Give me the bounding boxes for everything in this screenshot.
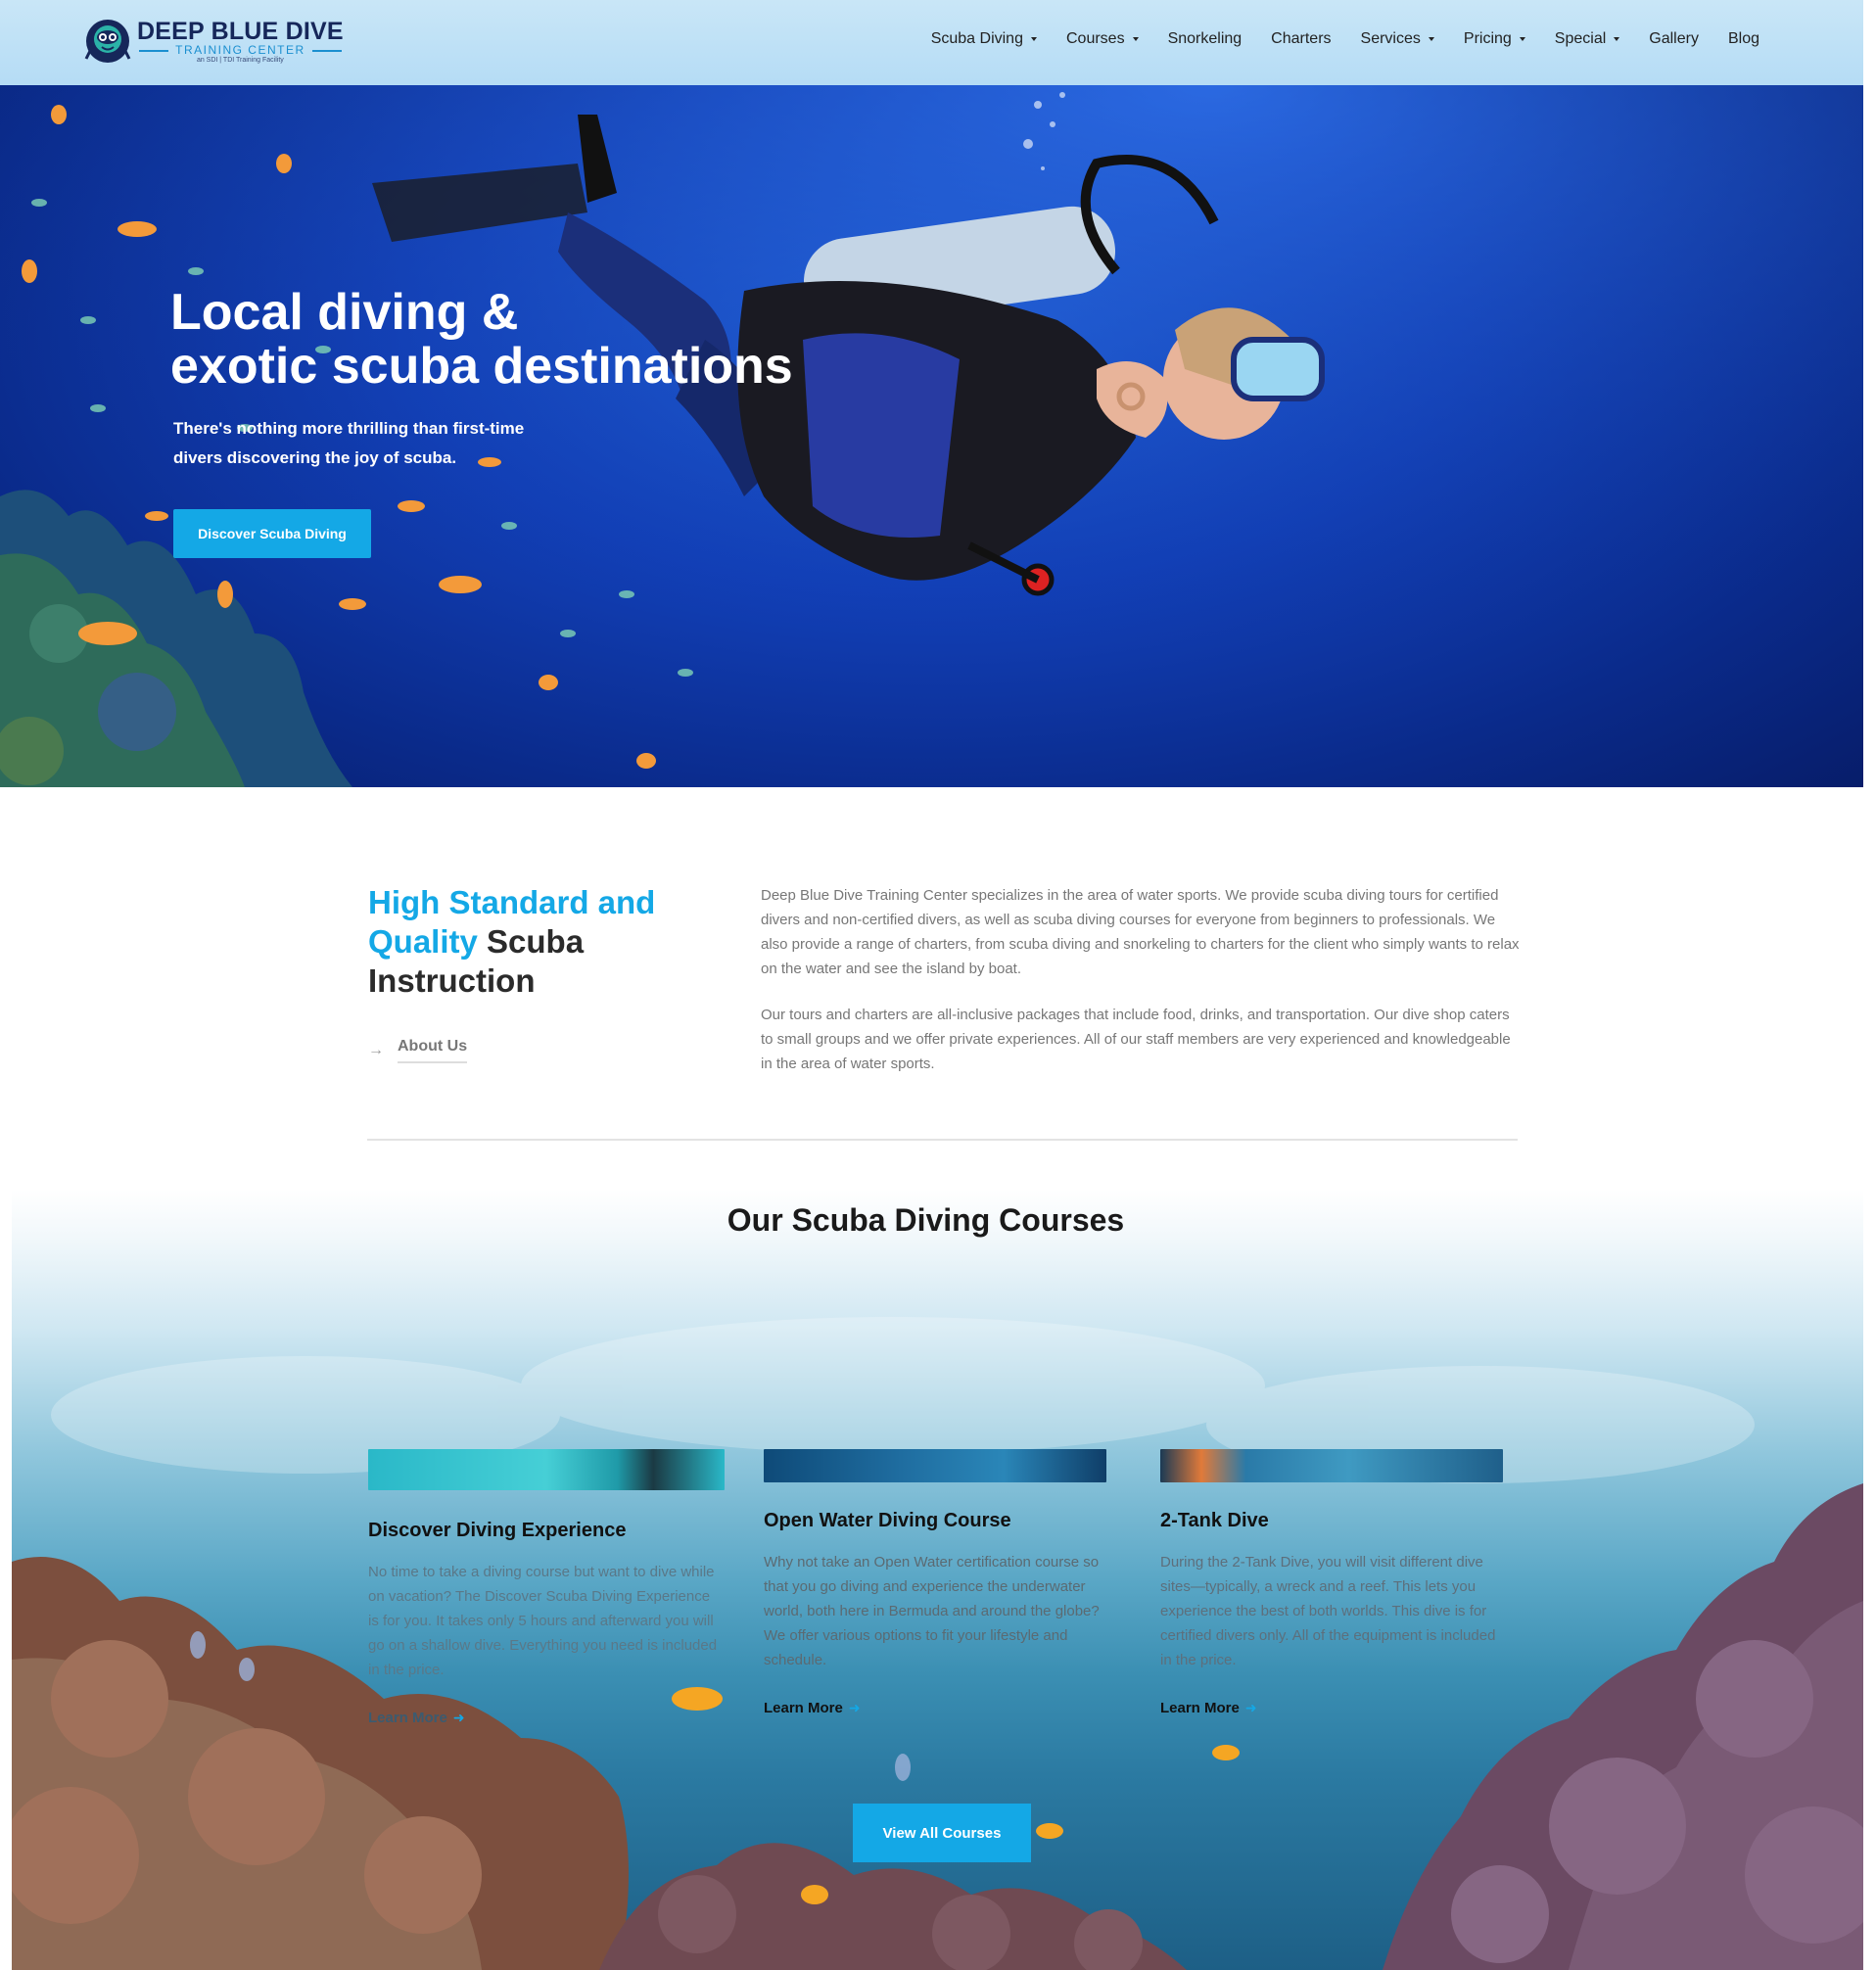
nav-label: Pricing: [1463, 30, 1512, 47]
course-title[interactable]: 2-Tank Dive: [1160, 1510, 1503, 1532]
learn-more-label: Learn More: [368, 1710, 447, 1726]
nav-item-snorkeling[interactable]: Snorkeling: [1168, 30, 1243, 48]
nav-label: Scuba Diving: [930, 30, 1023, 47]
nav-item-gallery[interactable]: Gallery: [1649, 30, 1699, 48]
nav-label: Snorkeling: [1167, 30, 1243, 47]
course-card: Open Water Diving Course Why not take an…: [764, 1449, 1106, 1716]
learn-more-label: Learn More: [1160, 1700, 1240, 1716]
arrow-right-icon: ➜: [1244, 1700, 1257, 1715]
about-paragraph: Deep Blue Dive Training Center specializ…: [761, 887, 1520, 977]
main-nav: Scuba Diving Courses Snorkeling Charters…: [902, 30, 1759, 48]
logo-subtitle: TRAINING CENTER: [137, 44, 344, 56]
hero-title: Local diving & exotic scuba destinations: [170, 286, 793, 394]
about-us-label: About Us: [398, 1038, 468, 1063]
logo-tagline: an SDI | TDI Training Facility: [196, 56, 284, 64]
course-title[interactable]: Open Water Diving Course: [764, 1510, 1106, 1532]
arrow-right-icon: →: [368, 1042, 384, 1058]
nav-label: Charters: [1271, 30, 1332, 47]
nav-item-courses[interactable]: Courses: [1066, 30, 1139, 48]
nav-item-blog[interactable]: Blog: [1728, 30, 1759, 48]
dropdown-caret-icon: [1132, 37, 1139, 41]
about-us-link[interactable]: → About Us: [368, 1038, 468, 1063]
nav-label: Gallery: [1649, 30, 1699, 47]
nav-label: Services: [1360, 30, 1421, 47]
arrow-right-icon: ➜: [848, 1700, 861, 1715]
course-image[interactable]: [1160, 1449, 1503, 1482]
dropdown-caret-icon: [1519, 37, 1525, 41]
course-image[interactable]: [368, 1449, 725, 1490]
course-description: Why not take an Open Water certification…: [764, 1554, 1100, 1668]
nav-label: Special: [1554, 30, 1607, 47]
logo-title: DEEP BLUE DIVE: [137, 17, 344, 45]
section-divider: [367, 1139, 1518, 1141]
learn-more-link[interactable]: Learn More ➜: [764, 1700, 1106, 1716]
learn-more-link[interactable]: Learn More ➜: [1160, 1700, 1503, 1716]
nav-item-charters[interactable]: Charters: [1271, 30, 1331, 48]
about-heading: High Standard and Quality Scuba Instruct…: [368, 883, 721, 1001]
about-paragraph: Our tours and charters are all-inclusive…: [761, 1007, 1511, 1072]
nav-item-pricing[interactable]: Pricing: [1464, 30, 1525, 48]
course-description: During the 2-Tank Dive, you will visit d…: [1160, 1554, 1496, 1668]
nav-item-scuba-diving[interactable]: Scuba Diving: [931, 30, 1037, 48]
course-card: 2-Tank Dive During the 2-Tank Dive, you …: [1160, 1449, 1503, 1716]
diver-logo-icon: [84, 20, 131, 63]
hero-title-line2: exotic scuba destinations: [170, 338, 793, 395]
discover-scuba-button[interactable]: Discover Scuba Diving: [173, 509, 371, 558]
arrow-right-icon: ➜: [452, 1710, 465, 1725]
site-logo[interactable]: DEEP BLUE DIVE TRAINING CENTER an SDI | …: [82, 16, 344, 67]
dropdown-caret-icon: [1030, 37, 1037, 41]
course-title[interactable]: Discover Diving Experience: [368, 1520, 725, 1542]
course-image[interactable]: [764, 1449, 1106, 1482]
site-header: DEEP BLUE DIVE TRAINING CENTER an SDI | …: [0, 0, 1863, 85]
dropdown-caret-icon: [1428, 37, 1434, 41]
view-all-courses-button[interactable]: View All Courses: [853, 1804, 1031, 1862]
course-card: Discover Diving Experience No time to ta…: [368, 1449, 725, 1726]
nav-item-special[interactable]: Special: [1554, 30, 1620, 48]
course-description: No time to take a diving course but want…: [368, 1564, 718, 1678]
learn-more-label: Learn More: [764, 1700, 843, 1716]
courses-title: Our Scuba Diving Courses: [727, 1202, 1125, 1238]
logo-text: DEEP BLUE DIVE TRAINING CENTER an SDI | …: [137, 19, 344, 65]
learn-more-link[interactable]: Learn More ➜: [368, 1710, 725, 1726]
nav-label: Blog: [1727, 30, 1759, 47]
about-body: Deep Blue Dive Training Center specializ…: [761, 883, 1520, 1076]
nav-label: Courses: [1065, 30, 1125, 47]
hero-title-line1: Local diving &: [170, 284, 519, 341]
nav-item-services[interactable]: Services: [1361, 30, 1434, 48]
dropdown-caret-icon: [1614, 37, 1620, 41]
hero-section: Local diving & exotic scuba destinations…: [0, 85, 1863, 787]
hero-subtitle: There's nothing more thrilling than firs…: [173, 419, 525, 467]
